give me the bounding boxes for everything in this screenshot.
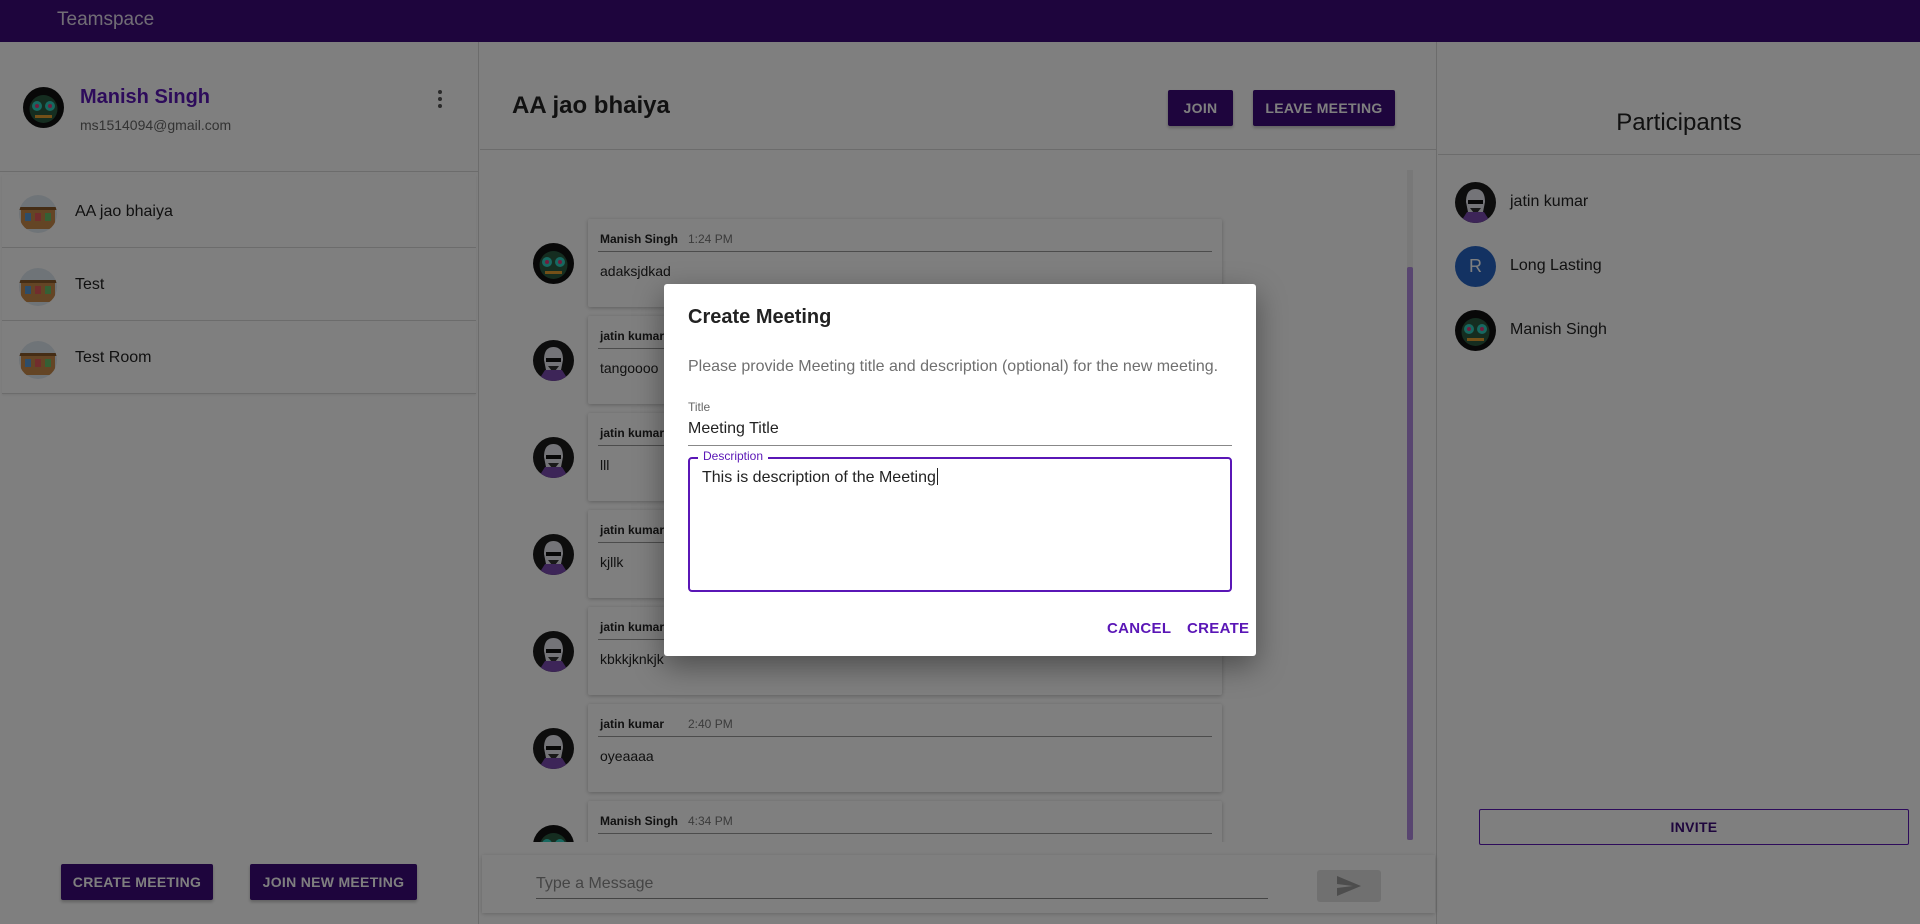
title-input[interactable]: Meeting Title [688, 420, 1232, 446]
create-meeting-dialog: Create Meeting Please provide Meeting ti… [664, 284, 1256, 656]
create-button[interactable]: CREATE [1187, 620, 1249, 637]
dialog-description-text: Please provide Meeting title and descrip… [688, 358, 1219, 375]
description-text: This is description of the Meeting [702, 469, 936, 486]
cancel-button[interactable]: CANCEL [1107, 620, 1171, 637]
text-cursor [936, 468, 938, 485]
dialog-title: Create Meeting [688, 306, 832, 328]
title-field-label: Title [688, 400, 711, 414]
description-field-label: Description [698, 449, 769, 463]
description-value: This is description of the Meeting [702, 468, 938, 487]
